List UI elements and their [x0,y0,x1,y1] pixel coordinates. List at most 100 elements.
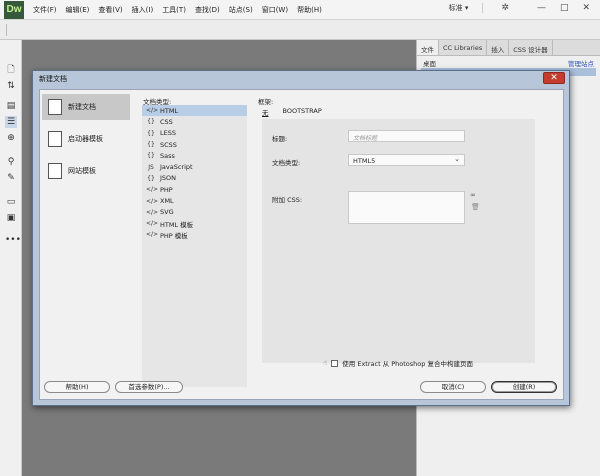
pen-icon[interactable]: ✎ [5,172,17,184]
menu-view[interactable]: 查看(V) [98,5,122,15]
maximize-icon[interactable]: □ [560,3,569,13]
photoshop-extract-option[interactable]: ☝ 使用 Extract 从 Photoshop 复合中构建页面 [323,358,473,368]
code-icon: </> [146,231,159,239]
doctype-javascript[interactable]: JS JavaScript [142,161,247,172]
attach-css-list[interactable] [348,191,465,224]
framework-tab-none[interactable]: 无 [262,107,269,117]
category-starter-templates[interactable]: 启动器模板 [42,126,130,152]
tab-files[interactable]: 文件 [417,40,439,55]
tab-css-designer[interactable]: CSS 设计器 [509,40,553,55]
doctype-html-template[interactable]: </> HTML 模板 [142,218,247,229]
braces-icon: {} [147,118,155,126]
photoshop-extract-label: 使用 Extract 从 Photoshop 复合中构建页面 [342,360,473,368]
doctype-label: HTML [160,106,179,115]
divider [6,24,7,36]
comment-icon[interactable]: ▭ [5,196,17,208]
manage-sites-link[interactable]: 管理站点 [568,58,594,68]
framework-tab-bootstrap[interactable]: BOOTSTRAP [283,107,322,117]
doctype-html[interactable]: </> HTML [142,105,247,117]
doctype-php[interactable]: </> PHP [142,184,247,195]
code-icon: </> [146,107,159,115]
doctype-label: JSON [160,174,177,183]
preferences-button[interactable]: 首选参数(P)... [115,381,183,393]
doctype-svg[interactable]: </> SVG [142,207,247,218]
menu-insert[interactable]: 插入(I) [132,5,154,15]
file-management-icon[interactable]: ⇅ [5,80,17,92]
chevron-down-icon: ⌄ [454,155,460,163]
category-label: 新建文档 [68,103,96,111]
menu-file[interactable]: 文件(F) [33,5,57,15]
doctype-label: PHP [160,185,173,194]
category-site-templates[interactable]: 网站模板 [42,158,130,184]
doctype-css[interactable]: {} CSS [142,116,247,127]
trash-icon[interactable]: 🗑 [471,203,480,211]
document-options-form: 标题: 文档标题 文档类型: HTML5 ⌄ 附加 CSS: ∞ 🗑 [262,119,535,363]
more-icon[interactable]: ••• [5,234,21,246]
category-new-document[interactable]: 新建文档 [42,94,130,120]
open-document-icon[interactable]: 🗋 [5,64,17,76]
gear-icon[interactable]: ✲ [501,3,509,13]
hand-icon: ☝ [323,359,328,367]
snippet-icon[interactable]: ▣ [5,212,17,224]
code-icon: </> [146,208,159,216]
dialog-title: 新建文档 [39,75,67,83]
code-icon: </> [146,220,159,228]
target-icon[interactable]: ⊕ [5,132,17,144]
doctype-label: SVG [160,208,174,217]
dreamweaver-logo: Dw [4,0,24,19]
close-icon[interactable]: ✕ [582,3,590,13]
doctype-field-label: 文档类型: [272,159,301,167]
menu-site[interactable]: 站点(S) [229,5,253,15]
left-toolbar: 🗋 ⇅ ▤ ☰ ⊕ ⚲ ✎ ▭ ▣ ••• [0,40,22,476]
doctype-sass[interactable]: {} Sass [142,150,247,161]
menu-window[interactable]: 窗口(W) [262,5,288,15]
menu-bar: Dw 文件(F) 编辑(E) 查看(V) 插入(I) 工具(T) 查找(D) 站… [0,0,600,20]
doctype-label: XML [160,197,174,206]
site-template-icon [48,161,64,179]
tab-insert[interactable]: 插入 [487,40,510,55]
code-view-icon[interactable]: ☰ [5,116,17,128]
menu-tools[interactable]: 工具(T) [162,5,186,15]
menu-find[interactable]: 查找(D) [195,5,220,15]
new-document-dialog: 新建文档 ✕ 新建文档 启动器模板 网站模板 文档类型: </> HTML {} C… [32,70,570,406]
doctype-less[interactable]: {} LESS [142,128,247,139]
category-label: 网站模板 [68,167,96,175]
workspace-layout-select[interactable]: 标准 ▾ [449,3,484,13]
cancel-button[interactable]: 取消(C) [420,381,486,393]
doctype-scss[interactable]: {} SCSS [142,139,247,150]
doctype-label: PHP 模板 [160,231,188,240]
dialog-close-button[interactable]: ✕ [543,72,565,84]
wand-icon[interactable]: ⚲ [5,156,17,168]
doctype-label: SCSS [160,140,177,149]
doctype-php-template[interactable]: </> PHP 模板 [142,229,247,240]
minimize-icon[interactable]: — [537,3,546,13]
doctype-select-value: HTML5 [353,157,376,165]
doctype-label: LESS [160,129,176,138]
menu-edit[interactable]: 编辑(E) [66,5,90,15]
doctype-label: Sass [160,151,175,160]
menu-help[interactable]: 帮助(H) [297,5,322,15]
doctype-xml[interactable]: </> XML [142,195,247,206]
code-icon: </> [146,197,159,205]
code-icon: </> [146,186,159,194]
doctype-select[interactable]: HTML5 ⌄ [348,154,465,166]
doctype-json[interactable]: {} JSON [142,173,247,184]
category-list: 新建文档 启动器模板 网站模板 [42,94,130,190]
template-icon [48,129,64,147]
document-toolbar [0,20,600,40]
doctype-label: CSS [160,117,173,126]
live-view-icon[interactable]: ▤ [5,100,17,112]
doctype-label: JavaScript [160,163,193,172]
link-icon[interactable]: ∞ [470,191,476,199]
category-label: 启动器模板 [68,135,103,143]
doctype-label: HTML 模板 [160,220,194,229]
create-button[interactable]: 创建(R) [491,381,557,393]
photoshop-extract-checkbox[interactable] [331,359,339,367]
title-input[interactable]: 文档标题 [348,130,465,142]
site-select[interactable]: 桌面 [423,58,436,68]
braces-icon: {} [147,174,155,182]
braces-icon: {} [147,152,155,160]
tab-cc-libraries[interactable]: CC Libraries [439,40,488,55]
help-button[interactable]: 帮助(H) [44,381,110,393]
doctype-list: </> HTML {} CSS {} LESS {} SCSS {} Sass JS Jav… [142,105,247,387]
